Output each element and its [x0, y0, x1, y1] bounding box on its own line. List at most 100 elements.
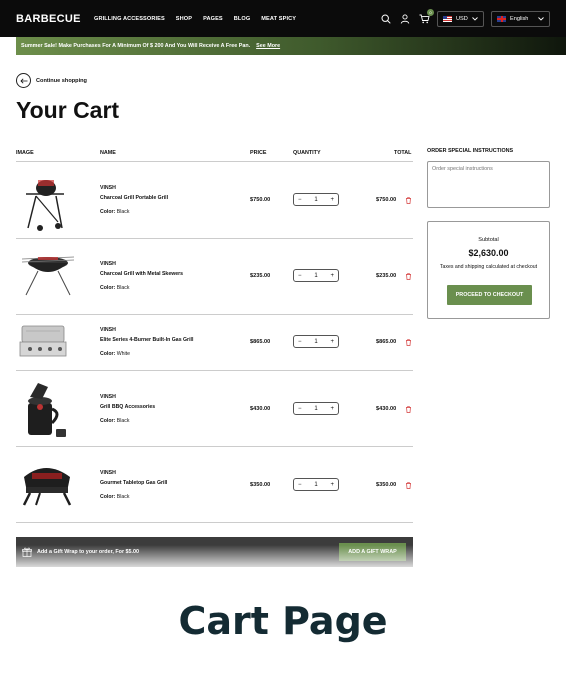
- quantity-value[interactable]: 1: [314, 197, 317, 203]
- quantity-value[interactable]: 1: [314, 406, 317, 412]
- search-icon[interactable]: [380, 13, 392, 25]
- cart-row: VINSH Charcoal Grill Portable Grill Colo…: [16, 162, 413, 239]
- trash-icon[interactable]: [405, 197, 412, 204]
- currency-select[interactable]: USD: [437, 10, 484, 27]
- product-image-tabletop-grill[interactable]: [18, 459, 76, 509]
- product-brand: VINSH: [100, 261, 116, 267]
- promo-see-more-link[interactable]: See More: [256, 43, 280, 49]
- continue-shopping-label: Continue shopping: [36, 77, 87, 84]
- language-value: English: [510, 15, 529, 22]
- quantity-value[interactable]: 1: [314, 482, 317, 488]
- page-title: Your Cart: [16, 97, 120, 123]
- cart-icon[interactable]: 0: [418, 8, 434, 25]
- quantity-stepper[interactable]: − 1 +: [293, 269, 339, 282]
- header-quantity: QUANTITY: [293, 150, 321, 156]
- product-color: Color: Black: [100, 285, 130, 291]
- quantity-increase-button[interactable]: +: [330, 339, 334, 345]
- quantity-stepper[interactable]: − 1 +: [293, 193, 339, 206]
- us-flag-icon: [443, 15, 452, 22]
- subtotal-label: Subtotal: [478, 237, 499, 243]
- gift-wrap-text: Add a Gift Wrap to your order, For $5.00: [37, 549, 140, 555]
- product-image-gas-grill[interactable]: [18, 324, 68, 360]
- cart-row: VINSH Grill BBQ Accessories Color: Black…: [16, 371, 413, 447]
- nav-links: GRILLING ACCESSORIES SHOP PAGES BLOG MEA…: [94, 16, 296, 22]
- trash-icon[interactable]: [405, 406, 412, 413]
- nav-item-grilling-accessories[interactable]: GRILLING ACCESSORIES: [94, 16, 165, 22]
- tax-note: Taxes and shipping calculated at checkou…: [439, 264, 538, 270]
- line-total: $430.00: [376, 406, 397, 412]
- quantity-decrease-button[interactable]: −: [298, 273, 302, 279]
- add-gift-wrap-button[interactable]: ADD A GIFT WRAP: [339, 543, 406, 561]
- quantity-decrease-button[interactable]: −: [298, 339, 302, 345]
- promo-banner: Summer Sale! Make Purchases For A Minimu…: [16, 37, 566, 55]
- product-color: Color: Black: [100, 494, 130, 500]
- product-brand: VINSH: [100, 470, 116, 476]
- gift-icon: [22, 547, 32, 557]
- product-name[interactable]: Charcoal Grill with Metal Skewers: [100, 271, 183, 277]
- continue-shopping-link[interactable]: Continue shopping: [16, 73, 87, 88]
- line-total: $350.00: [376, 482, 397, 488]
- header-image: IMAGE: [16, 150, 34, 156]
- instructions-label: ORDER SPECIAL INSTRUCTIONS: [427, 148, 514, 154]
- chevron-down-icon: [472, 16, 478, 21]
- cart-row: VINSH Elite Series 4-Burner Built-In Gas…: [16, 315, 413, 371]
- nav-item-blog[interactable]: BLOG: [234, 16, 251, 22]
- nav-item-meat-spicy[interactable]: MEAT SPICY: [261, 16, 296, 22]
- product-name[interactable]: Grill BBQ Accessories: [100, 404, 155, 410]
- trash-icon[interactable]: [405, 273, 412, 280]
- product-image-bbq-accessories[interactable]: [18, 377, 68, 441]
- quantity-decrease-button[interactable]: −: [298, 406, 302, 412]
- promo-text: Summer Sale! Make Purchases For A Minimu…: [21, 43, 251, 49]
- product-price: $865.00: [250, 339, 271, 345]
- proceed-to-checkout-button[interactable]: PROCEED TO CHECKOUT: [447, 285, 532, 305]
- product-price: $430.00: [250, 406, 271, 412]
- quantity-value[interactable]: 1: [314, 273, 317, 279]
- header-name: NAME: [100, 150, 116, 156]
- caption-title: Cart Page: [178, 599, 388, 643]
- quantity-value[interactable]: 1: [314, 339, 317, 345]
- product-brand: VINSH: [100, 394, 116, 400]
- quantity-increase-button[interactable]: +: [330, 482, 334, 488]
- arrow-left-icon: [16, 73, 31, 88]
- uk-flag-icon: [497, 15, 506, 22]
- cart-row: VINSH Gourmet Tabletop Gas Grill Color: …: [16, 447, 413, 523]
- product-brand: VINSH: [100, 327, 116, 333]
- header-price: PRICE: [250, 150, 267, 156]
- trash-icon[interactable]: [405, 339, 412, 346]
- nav-item-pages[interactable]: PAGES: [203, 16, 223, 22]
- line-total: $235.00: [376, 273, 397, 279]
- site-logo[interactable]: BARBECUE: [16, 13, 94, 25]
- nav-actions: 0 USD English: [380, 8, 550, 27]
- product-name[interactable]: Charcoal Grill Portable Grill: [100, 195, 168, 201]
- quantity-stepper[interactable]: − 1 +: [293, 402, 339, 415]
- user-icon[interactable]: [399, 13, 411, 25]
- quantity-increase-button[interactable]: +: [330, 273, 334, 279]
- top-navigation: BARBECUE GRILLING ACCESSORIES SHOP PAGES…: [0, 0, 566, 37]
- quantity-decrease-button[interactable]: −: [298, 482, 302, 488]
- product-name[interactable]: Elite Series 4-Burner Built-In Gas Grill: [100, 337, 193, 343]
- product-price: $350.00: [250, 482, 271, 488]
- quantity-stepper[interactable]: − 1 +: [293, 335, 339, 348]
- quantity-increase-button[interactable]: +: [330, 197, 334, 203]
- product-price: $235.00: [250, 273, 271, 279]
- cart-table-header: IMAGE NAME PRICE QUANTITY TOTAL: [16, 148, 413, 162]
- quantity-increase-button[interactable]: +: [330, 406, 334, 412]
- product-brand: VINSH: [100, 185, 116, 191]
- language-select[interactable]: English: [491, 10, 550, 27]
- trash-icon[interactable]: [405, 482, 412, 489]
- product-image-skewer-grill[interactable]: [18, 249, 78, 299]
- subtotal-amount: $2,630.00: [468, 248, 509, 258]
- product-image-portable-grill[interactable]: [18, 170, 70, 232]
- order-instructions-field[interactable]: [427, 161, 550, 208]
- line-total: $750.00: [376, 197, 397, 203]
- product-price: $750.00: [250, 197, 271, 203]
- gift-wrap-bar: Add a Gift Wrap to your order, For $5.00…: [16, 537, 413, 567]
- quantity-stepper[interactable]: − 1 +: [293, 478, 339, 491]
- product-name[interactable]: Gourmet Tabletop Gas Grill: [100, 480, 167, 486]
- cart-count-badge: 0: [427, 8, 434, 16]
- header-total: TOTAL: [394, 150, 412, 156]
- nav-item-shop[interactable]: SHOP: [176, 16, 192, 22]
- quantity-decrease-button[interactable]: −: [298, 197, 302, 203]
- line-total: $865.00: [376, 339, 397, 345]
- product-color: Color: White: [100, 351, 130, 357]
